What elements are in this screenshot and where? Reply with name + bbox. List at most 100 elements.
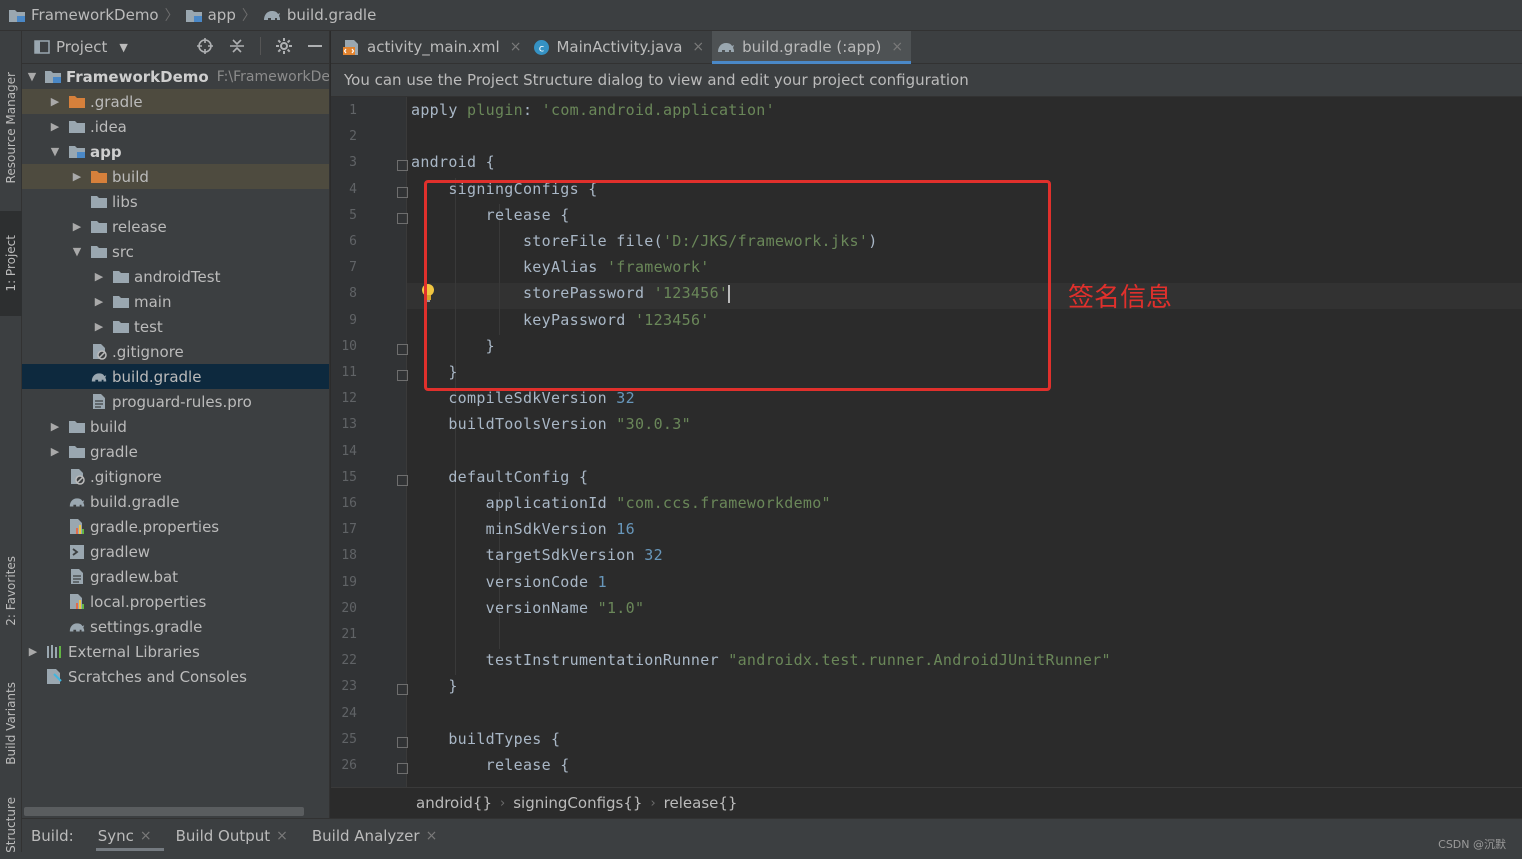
project-structure-banner: You can use the Project Structure dialog… bbox=[331, 64, 1522, 97]
fold-marker-icon[interactable] bbox=[397, 736, 408, 748]
tree-item[interactable]: ▶gradlew bbox=[22, 539, 329, 564]
gradle-elephant-icon bbox=[68, 619, 86, 635]
breadcrumb-item[interactable]: signingConfigs{} bbox=[513, 794, 642, 812]
expand-arrow-right-icon[interactable]: ▶ bbox=[48, 420, 62, 433]
tree-item[interactable]: ▶.gitignore bbox=[22, 339, 329, 364]
breadcrumb-item[interactable]: android{} bbox=[416, 794, 492, 812]
code-line: minSdkVersion 16 bbox=[411, 520, 635, 538]
editor-tab[interactable]: c MainActivity.java × bbox=[529, 31, 712, 64]
expand-arrow-right-icon[interactable]: ▶ bbox=[26, 645, 40, 658]
tree-item-label: gradle bbox=[90, 442, 138, 461]
code-line: buildTypes { bbox=[411, 730, 560, 748]
tree-item[interactable]: ▶build.gradle bbox=[22, 489, 329, 514]
breadcrumb-item[interactable]: release{} bbox=[664, 794, 738, 812]
tree-item[interactable]: ▶ release bbox=[22, 214, 329, 239]
project-panel: Project ▼ ▼ FrameworkDemo F:\FrameworkDe ▶.… bbox=[22, 31, 330, 818]
build-variants-tab[interactable]: Build Variants bbox=[0, 663, 22, 783]
tree-item[interactable]: ▶ .gradle bbox=[22, 89, 329, 114]
expand-arrow-right-icon[interactable]: ▶ bbox=[48, 445, 62, 458]
close-icon[interactable]: × bbox=[426, 828, 438, 844]
tree-item[interactable]: ▶ .idea bbox=[22, 114, 329, 139]
folder-icon bbox=[68, 419, 86, 435]
tree-item[interactable]: ▶ gradle bbox=[22, 439, 329, 464]
expand-arrow-down-icon[interactable]: ▼ bbox=[48, 145, 62, 158]
close-icon[interactable]: × bbox=[510, 39, 522, 55]
tree-item[interactable]: ▶ build bbox=[22, 164, 329, 189]
properties-file-icon bbox=[68, 519, 86, 535]
fold-marker-icon[interactable] bbox=[397, 160, 408, 172]
expand-arrow-right-icon[interactable]: ▶ bbox=[92, 270, 106, 283]
nav-crumb-module[interactable]: app bbox=[185, 6, 236, 24]
code-token: "com.ccs.frameworkdemo" bbox=[616, 494, 831, 512]
favorites-tab[interactable]: 2: Favorites bbox=[0, 536, 22, 646]
fold-marker-icon[interactable] bbox=[397, 212, 408, 224]
project-view-selector[interactable]: Project bbox=[56, 38, 107, 56]
expand-arrow-right-icon[interactable]: ▶ bbox=[92, 320, 106, 333]
tree-item[interactable]: ▶ External Libraries bbox=[22, 639, 329, 664]
tree-item[interactable]: ▶proguard-rules.pro bbox=[22, 389, 329, 414]
collapse-all-icon[interactable] bbox=[228, 37, 246, 55]
code-token: versionName bbox=[411, 598, 598, 617]
tree-horizontal-scrollbar[interactable] bbox=[24, 807, 304, 816]
tree-item[interactable]: ▶local.properties bbox=[22, 589, 329, 614]
tree-item[interactable]: ▶ test bbox=[22, 314, 329, 339]
tree-item[interactable]: ▶ build bbox=[22, 414, 329, 439]
nav-crumb-file[interactable]: build.gradle bbox=[262, 6, 376, 24]
expand-arrow-right-icon[interactable]: ▶ bbox=[48, 95, 62, 108]
expand-arrow-right-icon[interactable]: ▶ bbox=[70, 220, 84, 233]
close-icon[interactable]: × bbox=[891, 39, 903, 55]
gear-icon[interactable] bbox=[275, 37, 293, 55]
code-token: apply bbox=[411, 101, 467, 119]
chevron-down-icon[interactable]: ▼ bbox=[119, 41, 127, 54]
resource-manager-tab[interactable]: Resource Manager bbox=[0, 53, 22, 203]
close-icon[interactable]: × bbox=[140, 828, 152, 844]
nav-crumb-project[interactable]: FrameworkDemo bbox=[8, 6, 159, 24]
build-tab[interactable]: Build Output × bbox=[164, 819, 300, 853]
tree-item[interactable]: ▶ main bbox=[22, 289, 329, 314]
close-icon[interactable]: × bbox=[276, 828, 288, 844]
editor-tab[interactable]: build.gradle (:app) × bbox=[712, 30, 912, 64]
expand-arrow-down-icon[interactable]: ▼ bbox=[70, 245, 84, 258]
xml-file-icon bbox=[343, 39, 361, 56]
fold-marker-icon[interactable] bbox=[397, 343, 408, 355]
fold-marker-icon[interactable] bbox=[397, 684, 408, 696]
expand-arrow-right-icon[interactable]: ▶ bbox=[48, 120, 62, 133]
tree-item-label: .gitignore bbox=[90, 467, 162, 486]
code-token: 32 bbox=[616, 389, 635, 408]
tree-item[interactable]: ▼ FrameworkDemo F:\FrameworkDe bbox=[22, 64, 329, 89]
tree-item[interactable]: ▶build.gradle bbox=[22, 364, 329, 389]
tree-item[interactable]: ▶settings.gradle bbox=[22, 614, 329, 639]
build-tab[interactable]: Sync × bbox=[86, 819, 164, 853]
project-tool-tab[interactable]: 1: Project bbox=[0, 211, 22, 316]
tree-item[interactable]: ▼ app bbox=[22, 139, 329, 164]
expand-arrow-right-icon[interactable]: ▶ bbox=[70, 170, 84, 183]
hide-panel-icon[interactable] bbox=[307, 37, 323, 55]
locate-icon[interactable] bbox=[196, 37, 214, 55]
line-number: 14 bbox=[341, 443, 357, 459]
editor-tab[interactable]: activity_main.xml × bbox=[339, 31, 529, 64]
properties-file-icon bbox=[68, 594, 86, 610]
structure-tab[interactable]: Structure bbox=[0, 791, 22, 859]
tree-item[interactable]: ▶ androidTest bbox=[22, 264, 329, 289]
folder-icon bbox=[68, 444, 86, 460]
project-panel-tools bbox=[196, 37, 323, 55]
tree-item[interactable]: ▶libs bbox=[22, 189, 329, 214]
expand-arrow-down-icon[interactable]: ▼ bbox=[26, 70, 38, 83]
expand-arrow-right-icon[interactable]: ▶ bbox=[92, 295, 106, 308]
fold-marker-icon[interactable] bbox=[397, 474, 408, 486]
code-line: compileSdkVersion 32 bbox=[411, 389, 635, 407]
excluded-folder-icon bbox=[68, 94, 86, 110]
fold-marker-icon[interactable] bbox=[397, 186, 408, 198]
tree-item[interactable]: ▶gradlew.bat bbox=[22, 564, 329, 589]
close-icon[interactable]: × bbox=[692, 39, 704, 55]
tree-item[interactable]: ▼ src bbox=[22, 239, 329, 264]
fold-marker-icon[interactable] bbox=[397, 370, 408, 381]
tree-item[interactable]: ▶.gitignore bbox=[22, 464, 329, 489]
libraries-icon bbox=[46, 644, 64, 660]
build-tab[interactable]: Build Analyzer × bbox=[300, 819, 449, 853]
tree-item[interactable]: ▶Scratches and Consoles bbox=[22, 664, 329, 689]
editor-gutter[interactable]: 1 2 3 4 5 6 7 8 9 10 11 12 13 14 15 16 17 18 19 20 21 22 23 24 2… bbox=[331, 97, 408, 787]
breadcrumb-separator: › bbox=[500, 795, 506, 811]
tree-item[interactable]: ▶gradle.properties bbox=[22, 514, 329, 539]
fold-marker-icon[interactable] bbox=[397, 763, 408, 774]
